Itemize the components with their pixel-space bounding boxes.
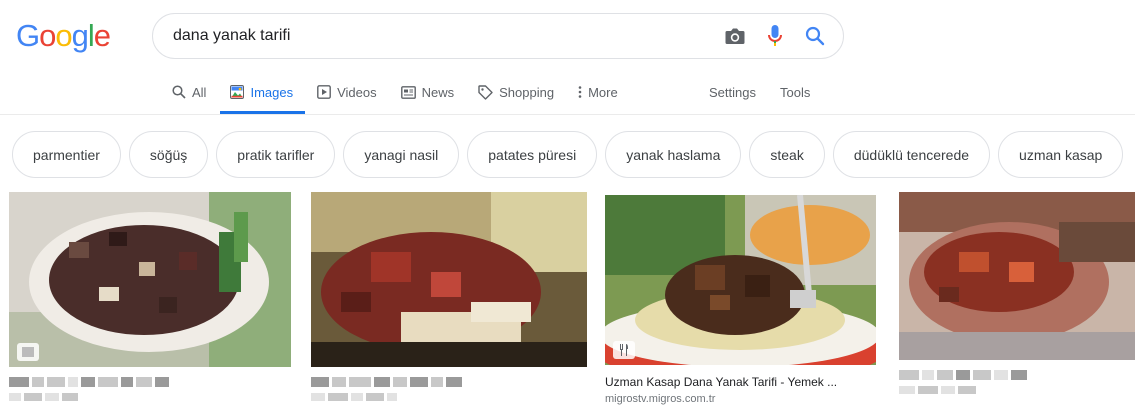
logo-letter: g	[71, 18, 89, 53]
logo-letter: G	[16, 18, 40, 53]
camera-icon[interactable]	[715, 14, 755, 58]
tab-label: Videos	[337, 84, 377, 100]
tab-label: News	[421, 84, 455, 100]
blurred-source	[9, 393, 291, 401]
videos-icon	[317, 85, 331, 99]
logo-letter: e	[93, 18, 111, 53]
tools-link[interactable]: Tools	[780, 70, 810, 114]
chip[interactable]: söğüş	[128, 131, 209, 178]
chip[interactable]: pratik tarifler	[216, 131, 336, 178]
tab-shopping[interactable]: Shopping	[478, 70, 554, 114]
tab-label: More	[588, 84, 618, 100]
blurred-source	[899, 386, 1135, 394]
tab-label: Shopping	[499, 84, 555, 100]
tab-news[interactable]: News	[400, 70, 455, 114]
result-thumbnail[interactable]	[605, 195, 876, 365]
logo-letter: o	[39, 18, 56, 53]
search-box[interactable]: dana yanak tarifi	[152, 13, 844, 59]
image-result[interactable]	[9, 192, 291, 401]
blurred-source	[311, 393, 587, 401]
result-thumbnail[interactable]	[899, 192, 1135, 360]
blurred-title	[311, 377, 587, 387]
tab-all[interactable]: All	[172, 70, 206, 114]
search-icon	[172, 85, 186, 99]
logo-letter: o	[55, 18, 72, 53]
more-dots-icon	[578, 86, 582, 98]
tab-label: All	[192, 84, 207, 100]
microphone-icon[interactable]	[755, 14, 795, 58]
image-result[interactable]	[311, 192, 587, 401]
tab-more[interactable]: More	[578, 70, 618, 114]
result-thumbnail[interactable]	[9, 192, 291, 367]
chip[interactable]: parmentier	[12, 131, 121, 178]
chip[interactable]: uzman kasap	[998, 131, 1124, 178]
image-result[interactable]: Uzman Kasap Dana Yanak Tarifi - Yemek ..…	[605, 195, 876, 405]
chip[interactable]: yanak haslama	[605, 131, 742, 178]
news-icon	[400, 85, 416, 99]
recipe-icon	[613, 341, 635, 359]
search-icon[interactable]	[795, 14, 835, 58]
search-input[interactable]: dana yanak tarifi	[173, 27, 715, 45]
blurred-title	[9, 377, 291, 387]
image-result[interactable]	[899, 192, 1135, 394]
images-icon	[230, 85, 245, 99]
tab-images[interactable]: Images	[220, 70, 305, 114]
chip[interactable]: steak	[749, 131, 825, 178]
search-tabs: All Images Videos News Shopping More	[172, 70, 642, 114]
settings-link[interactable]: Settings	[709, 70, 756, 114]
chip[interactable]: patates püresi	[467, 131, 598, 178]
image-badge-icon	[17, 343, 39, 361]
shopping-tag-icon	[478, 84, 493, 100]
blurred-title	[899, 370, 1135, 380]
related-chips: parmentier söğüş pratik tarifler yanagi …	[12, 131, 1131, 178]
tab-videos[interactable]: Videos	[317, 70, 377, 114]
result-source[interactable]: migrostv.migros.com.tr	[605, 393, 876, 405]
tab-label: Images	[250, 84, 294, 100]
google-logo[interactable]: Google	[16, 18, 111, 54]
header-divider	[0, 114, 1135, 115]
chip[interactable]: düdüklü tencerede	[832, 131, 991, 178]
result-title[interactable]: Uzman Kasap Dana Yanak Tarifi - Yemek ..…	[605, 375, 876, 389]
result-thumbnail[interactable]	[311, 192, 587, 367]
chip[interactable]: yanagi nasil	[343, 131, 460, 178]
